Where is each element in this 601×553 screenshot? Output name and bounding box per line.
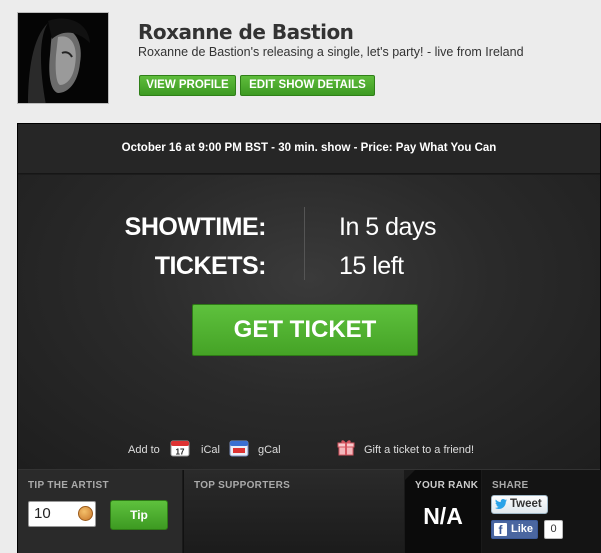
tickets-label: TICKETS: bbox=[154, 252, 267, 280]
tip-section: TIP THE ARTIST 10 Tip bbox=[18, 470, 182, 553]
show-header: Roxanne de Bastion Roxanne de Bastion's … bbox=[0, 0, 601, 120]
add-to-label: Add to bbox=[128, 444, 160, 456]
tickets-value: 15 left bbox=[339, 252, 404, 280]
facebook-like-button[interactable]: f Like bbox=[491, 520, 538, 539]
show-footer: TIP THE ARTIST 10 Tip TOP SUPPORTERS YOU… bbox=[18, 469, 601, 553]
show-info-bar: October 16 at 9:00 PM BST - 30 min. show… bbox=[18, 124, 600, 174]
tip-title: TIP THE ARTIST bbox=[28, 480, 109, 491]
tweet-button[interactable]: Tweet bbox=[491, 495, 548, 514]
coin-icon bbox=[78, 506, 93, 521]
gift-icon[interactable] bbox=[337, 438, 355, 456]
ical-link[interactable]: iCal bbox=[201, 444, 220, 456]
rank-title: YOUR RANK bbox=[415, 480, 479, 491]
get-ticket-button[interactable]: GET TICKET bbox=[192, 304, 418, 356]
share-section: SHARE Tweet f Like 0 bbox=[482, 470, 601, 553]
gcal-link[interactable]: gCal bbox=[258, 444, 281, 456]
rank-value: N/A bbox=[423, 503, 463, 529]
gift-ticket-link[interactable]: Gift a ticket to a friend! bbox=[364, 444, 474, 456]
top-supporters-section: TOP SUPPORTERS bbox=[183, 470, 404, 553]
stats-divider bbox=[304, 207, 305, 280]
tip-button[interactable]: Tip bbox=[110, 500, 168, 530]
share-title: SHARE bbox=[492, 480, 529, 491]
like-count: 0 bbox=[544, 520, 563, 539]
show-info-text: October 16 at 9:00 PM BST - 30 min. show… bbox=[121, 142, 497, 154]
rank-section: YOUR RANK N/A bbox=[405, 470, 481, 553]
facebook-icon: f bbox=[494, 523, 507, 537]
edit-show-details-button[interactable]: EDIT SHOW DETAILS bbox=[240, 75, 375, 96]
showtime-value: In 5 days bbox=[339, 213, 436, 241]
ical-icon[interactable]: 17 bbox=[170, 439, 190, 457]
show-panel: October 16 at 9:00 PM BST - 30 min. show… bbox=[17, 123, 601, 553]
artist-avatar[interactable] bbox=[17, 12, 109, 104]
ical-day-number: 17 bbox=[176, 448, 185, 457]
artist-name[interactable]: Roxanne de Bastion bbox=[138, 20, 354, 44]
tweet-label: Tweet bbox=[510, 498, 542, 510]
rank-notch bbox=[405, 470, 415, 480]
show-tagline: Roxanne de Bastion's releasing a single,… bbox=[138, 45, 524, 59]
view-profile-button[interactable]: VIEW PROFILE bbox=[139, 75, 236, 96]
ticket-area: SHOWTIME: TICKETS: In 5 days 15 left GET… bbox=[18, 175, 600, 469]
twitter-bird-icon bbox=[495, 499, 507, 509]
supporters-title: TOP SUPPORTERS bbox=[194, 480, 291, 491]
gcal-icon[interactable] bbox=[229, 439, 249, 457]
showtime-label: SHOWTIME: bbox=[124, 213, 267, 241]
like-label: Like bbox=[511, 523, 534, 535]
